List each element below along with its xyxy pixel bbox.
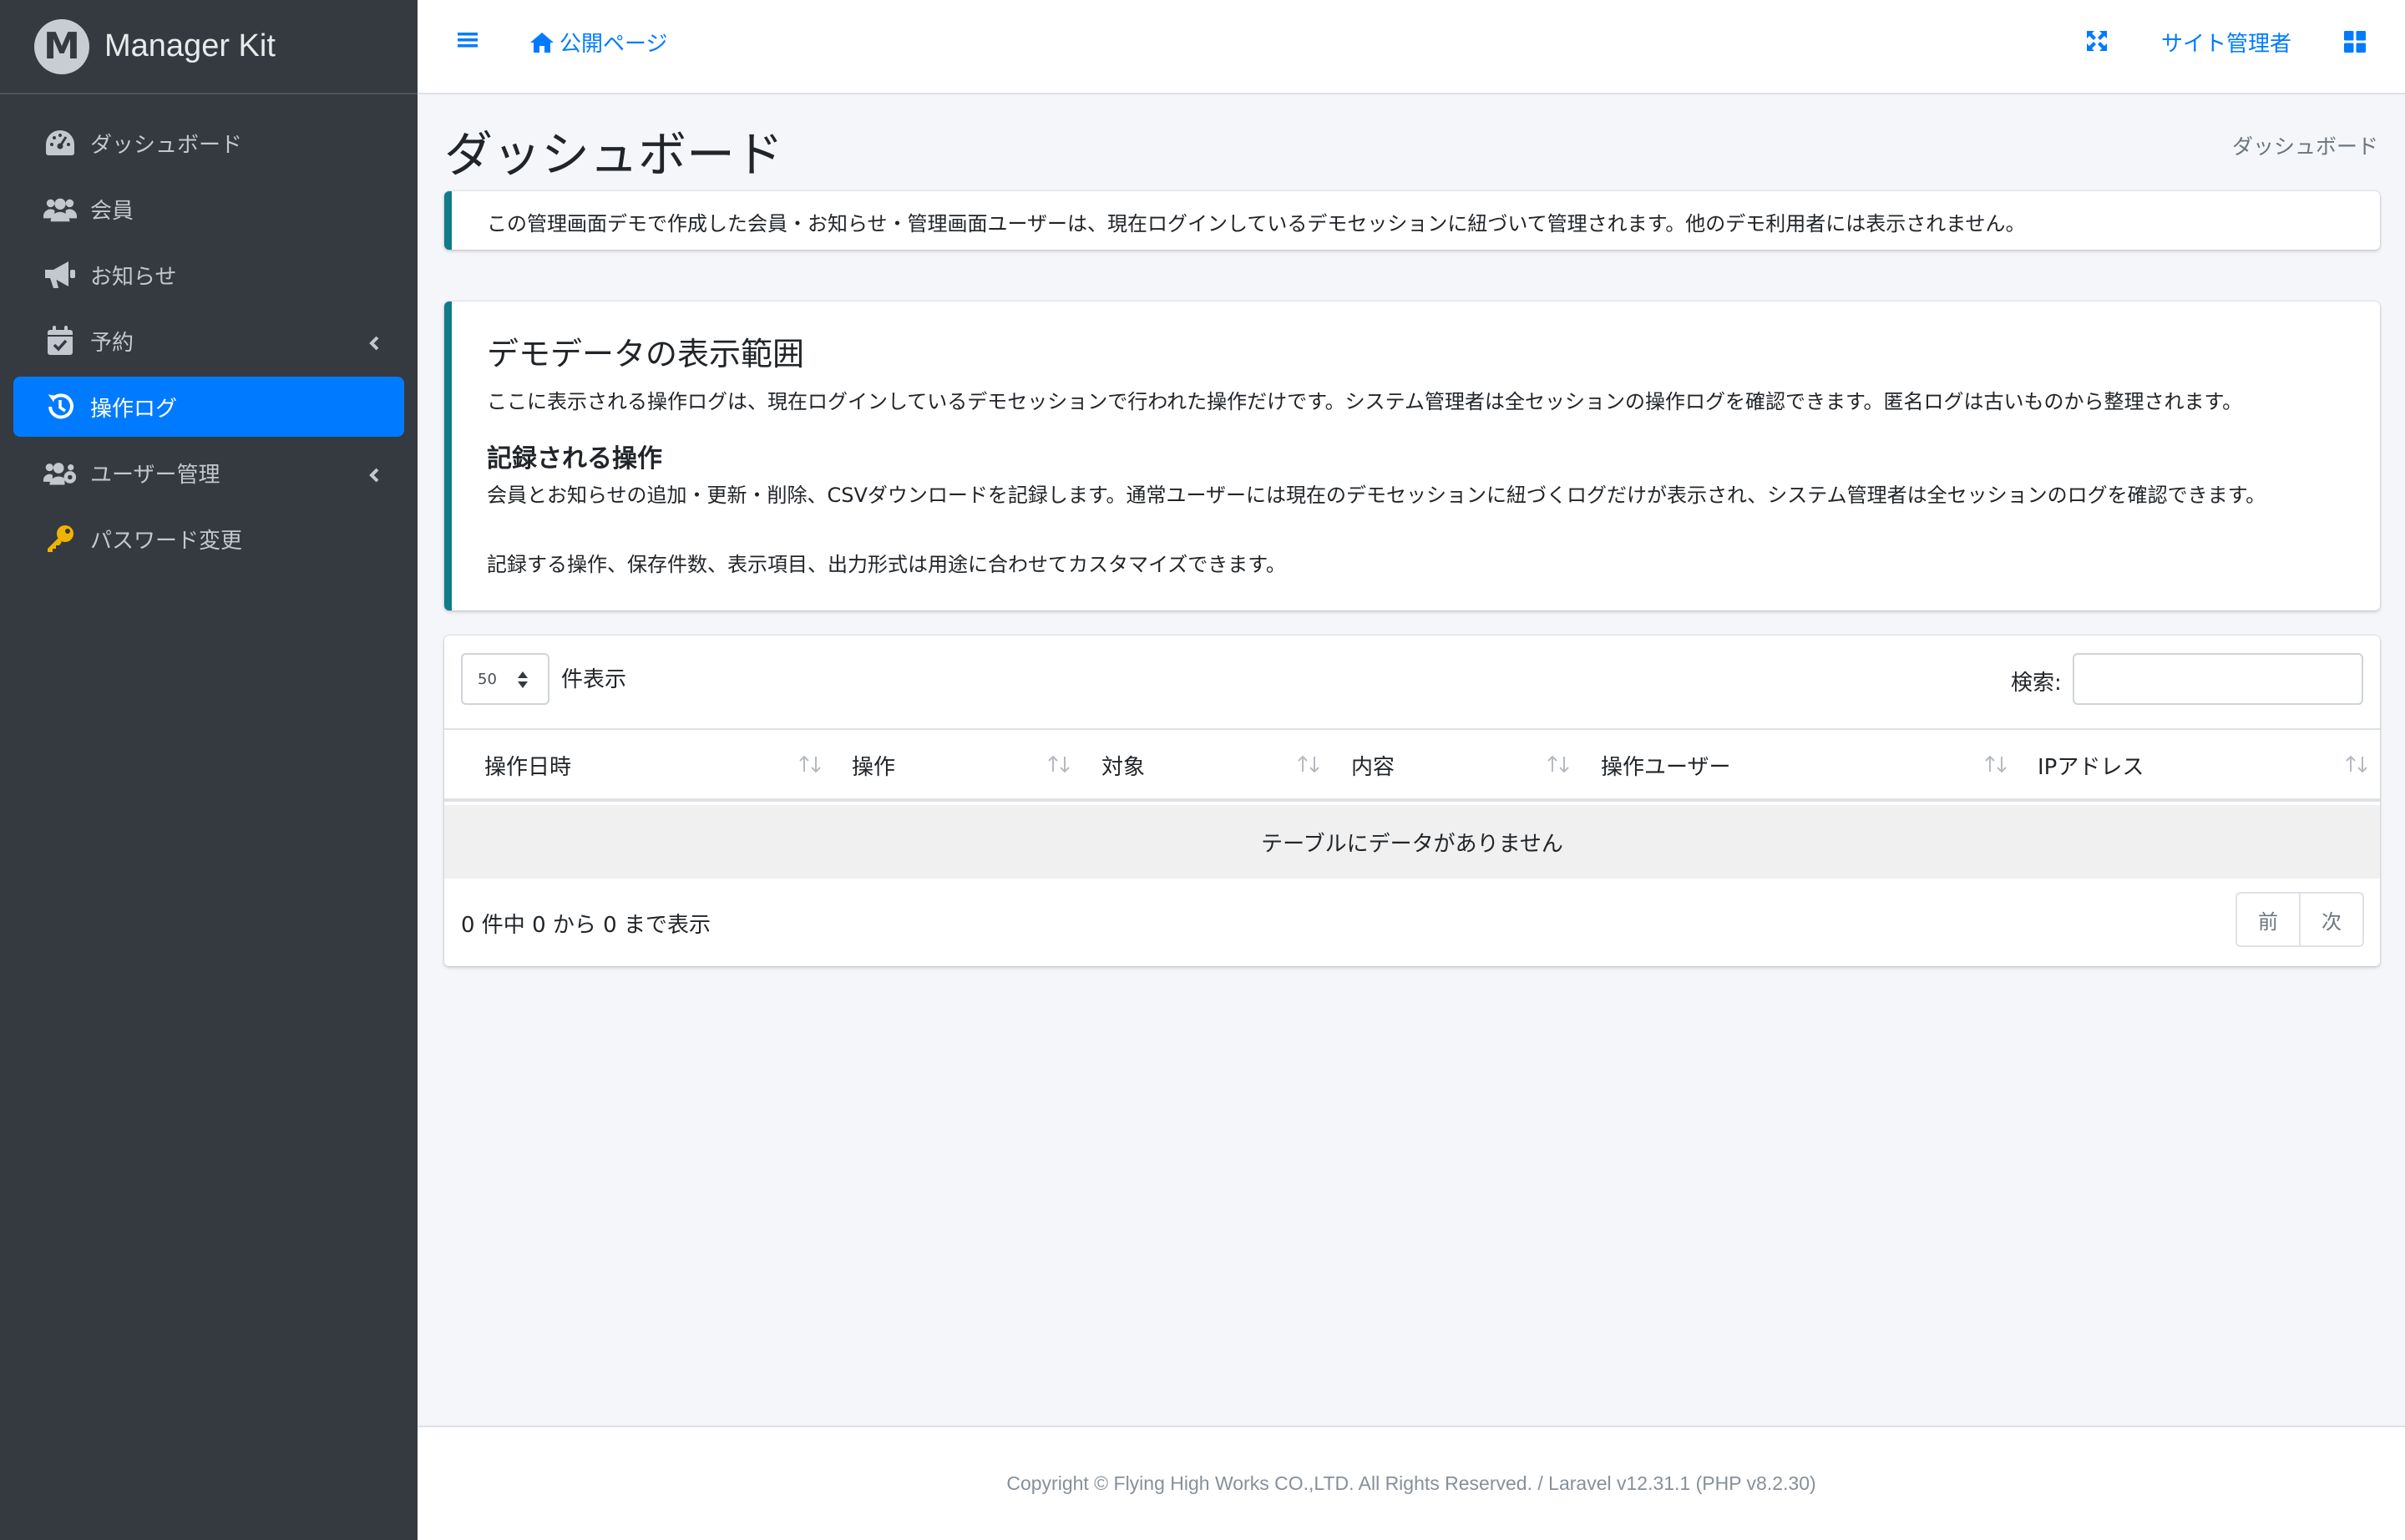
column-header-content[interactable]: 内容 bbox=[1351, 730, 1395, 800]
chevron-left-icon bbox=[366, 464, 382, 483]
key-icon bbox=[43, 522, 77, 555]
sort-icon bbox=[1547, 755, 1570, 777]
sidebar: M Manager Kit ダッシュボード 会員 お知らせ 予約 操作ログ ユー… bbox=[0, 0, 418, 1540]
history-icon bbox=[43, 390, 77, 423]
sidebar-item-label: パスワード変更 bbox=[90, 528, 243, 554]
sidebar-item-members[interactable]: 会員 bbox=[13, 179, 404, 239]
sidebar-item-label: ダッシュボード bbox=[90, 132, 243, 158]
sidebar-nav: ダッシュボード 会員 お知らせ 予約 操作ログ ユーザー管理 パスワード変更 bbox=[0, 94, 418, 569]
prev-page-button[interactable]: 前 bbox=[2235, 892, 2301, 947]
info-callout: デモデータの表示範囲 ここに表示される操作ログは、現在ログインしているデモセッシ… bbox=[444, 301, 2380, 610]
site-admin-menu[interactable]: サイト管理者 bbox=[2161, 27, 2291, 58]
column-header-target[interactable]: 対象 bbox=[1101, 730, 1145, 800]
sort-icon bbox=[2345, 755, 2368, 777]
sidebar-item-reservations[interactable]: 予約 bbox=[13, 311, 404, 371]
column-header-datetime[interactable]: 操作日時 bbox=[484, 730, 571, 800]
bullhorn-icon bbox=[43, 258, 77, 291]
users-cog-icon bbox=[43, 456, 77, 489]
table-header: 操作日時 操作 対象 内容 操作ユーザー IPアドレス bbox=[444, 728, 2380, 802]
sidebar-item-change-password[interactable]: パスワード変更 bbox=[13, 509, 404, 569]
table-info: 0 件中 0 から 0 まで表示 bbox=[461, 913, 711, 938]
site-admin-label: サイト管理者 bbox=[2161, 32, 2292, 57]
sidebar-item-user-management[interactable]: ユーザー管理 bbox=[13, 443, 404, 503]
control-sidebar-button[interactable] bbox=[2344, 31, 2366, 58]
column-header-operation[interactable]: 操作 bbox=[852, 730, 895, 800]
page-length-value: 50 bbox=[478, 670, 497, 688]
sort-icon bbox=[1297, 755, 1320, 777]
column-label: 内容 bbox=[1351, 754, 1395, 780]
info-paragraph: 会員とお知らせの追加・更新・削除、CSVダウンロードを記録します。通常ユーザーに… bbox=[487, 484, 2266, 507]
notice-callout: この管理画面デモで作成した会員・お知らせ・管理画面ユーザーは、現在ログインしてい… bbox=[444, 191, 2380, 250]
log-table-card: 50 件表示 検索: 操作日時 操作 対象 内容 操作ユーザー IPアドレス テ… bbox=[444, 636, 2380, 966]
column-label: 操作日時 bbox=[484, 754, 572, 780]
expand-arrows-icon bbox=[2086, 30, 2108, 58]
search-input[interactable] bbox=[2073, 653, 2363, 705]
footer-copyright: Copyright © Flying High Works CO.,LTD. A… bbox=[1006, 1472, 1816, 1494]
info-title: デモデータの表示範囲 bbox=[487, 336, 805, 372]
sidebar-item-operation-log[interactable]: 操作ログ bbox=[13, 377, 404, 437]
column-label: 操作 bbox=[852, 754, 896, 780]
fullscreen-button[interactable] bbox=[2086, 30, 2108, 58]
column-header-user[interactable]: 操作ユーザー bbox=[1601, 730, 1730, 800]
pagination: 前 次 bbox=[2235, 892, 2364, 947]
public-page-link[interactable]: 公開ページ bbox=[529, 27, 667, 58]
column-label: IPアドレス bbox=[2038, 754, 2144, 780]
page-length-select[interactable]: 50 bbox=[461, 653, 549, 705]
brand-link[interactable]: M Manager Kit bbox=[0, 0, 418, 94]
sort-arrows-icon bbox=[516, 669, 529, 695]
search-label: 検索: bbox=[2011, 671, 2062, 696]
table-empty-row: テーブルにデータがありません bbox=[444, 805, 2380, 879]
sidebar-item-label: 予約 bbox=[90, 330, 134, 356]
info-paragraph: ここに表示される操作ログは、現在ログインしているデモセッションで行われた操作だけ… bbox=[487, 390, 2243, 413]
sidebar-item-label: お知らせ bbox=[90, 264, 177, 290]
sidebar-item-label: ユーザー管理 bbox=[90, 462, 220, 488]
calendar-check-icon bbox=[43, 324, 77, 357]
top-navbar: 公開ページ サイト管理者 bbox=[418, 0, 2405, 94]
info-subtitle: 記録される操作 bbox=[487, 444, 662, 474]
sidebar-item-news[interactable]: お知らせ bbox=[13, 245, 404, 305]
home-icon bbox=[529, 32, 554, 53]
sidebar-item-dashboard[interactable]: ダッシュボード bbox=[13, 113, 404, 173]
breadcrumb: ダッシュボード bbox=[2231, 134, 2378, 159]
page-title: ダッシュボード bbox=[444, 126, 784, 183]
footer: Copyright © Flying High Works CO.,LTD. A… bbox=[418, 1426, 2405, 1540]
th-large-icon bbox=[2344, 31, 2366, 58]
column-label: 対象 bbox=[1101, 754, 1146, 780]
chevron-left-icon bbox=[366, 332, 382, 351]
sort-icon bbox=[1047, 755, 1071, 777]
users-icon bbox=[43, 192, 77, 225]
column-label: 操作ユーザー bbox=[1601, 754, 1731, 780]
next-page-button[interactable]: 次 bbox=[2299, 892, 2364, 947]
menu-toggle-button[interactable] bbox=[458, 30, 478, 55]
sort-icon bbox=[1984, 755, 2008, 777]
public-page-label: 公開ページ bbox=[559, 32, 668, 57]
bars-icon bbox=[458, 30, 478, 55]
tachometer-icon bbox=[43, 126, 77, 160]
sidebar-item-label: 操作ログ bbox=[90, 396, 178, 422]
notice-text: この管理画面デモで作成した会員・お知らせ・管理画面ユーザーは、現在ログインしてい… bbox=[487, 212, 2026, 236]
page-length-label: 件表示 bbox=[561, 667, 627, 692]
info-paragraph: 記録する操作、保存件数、表示項目、出力形式は用途に合わせてカスタマイズできます。 bbox=[487, 553, 1286, 576]
sidebar-item-label: 会員 bbox=[90, 198, 134, 224]
column-header-ip[interactable]: IPアドレス bbox=[2038, 730, 2144, 800]
brand-logo: M bbox=[34, 18, 89, 74]
sort-icon bbox=[798, 755, 822, 777]
brand-name: Manager Kit bbox=[104, 28, 276, 63]
